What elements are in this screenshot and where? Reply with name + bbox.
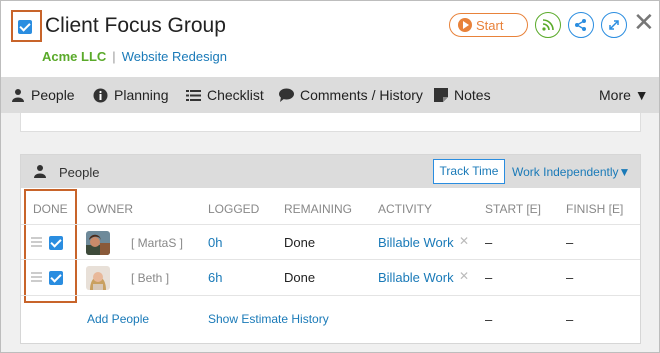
tab-checklist[interactable]: Checklist <box>186 87 264 103</box>
drag-handle-icon[interactable] <box>31 237 42 247</box>
start-timer-button[interactable]: Start <box>449 13 528 37</box>
tab-label: People <box>31 87 75 103</box>
start-label: Start <box>476 18 504 33</box>
start-date: – <box>485 270 493 285</box>
expand-button[interactable] <box>601 12 627 38</box>
client-link[interactable]: Acme LLC <box>42 49 106 64</box>
people-panel-header: People Track Time Work Independently▼ <box>21 155 640 188</box>
subscribe-button[interactable] <box>535 12 561 38</box>
play-icon <box>458 18 472 32</box>
info-icon <box>93 88 108 102</box>
column-header-activity: ACTIVITY <box>378 202 433 216</box>
activity-link[interactable]: Billable Work <box>378 235 454 250</box>
logged-hours-link[interactable]: 0h <box>208 235 222 250</box>
share-button[interactable] <box>568 12 594 38</box>
table-row: [ Beth ] 6h Done Billable Work ✕ – – <box>21 260 640 296</box>
tab-people[interactable]: People <box>11 87 75 103</box>
panel-title: People <box>59 165 100 180</box>
chat-icon <box>279 88 294 102</box>
owner-name: [ MartaS ] <box>131 236 184 250</box>
tab-label: Notes <box>454 87 491 103</box>
remaining-value: Done <box>284 235 316 250</box>
finish-date: – <box>566 235 574 250</box>
column-header-logged: LOGGED <box>208 202 260 216</box>
avatar <box>86 266 110 290</box>
column-header-owner: OWNER <box>87 202 133 216</box>
activity-link[interactable]: Billable Work <box>378 270 454 285</box>
avatar <box>86 231 110 255</box>
task-context: Acme LLC | Website Redesign <box>42 49 227 64</box>
column-header-remaining: REMAINING <box>284 202 353 216</box>
remove-activity-icon[interactable]: ✕ <box>459 234 469 248</box>
person-icon <box>34 165 46 178</box>
task-header: Client Focus Group Acme LLC | Website Rede… <box>1 1 659 77</box>
table-row: [ MartaS ] 0h Done Billable Work ✕ – – <box>21 224 640 260</box>
start-date: – <box>485 235 493 250</box>
tab-comments[interactable]: Comments / History <box>279 87 423 103</box>
track-time-button[interactable]: Track Time <box>433 159 505 184</box>
rss-icon <box>542 19 554 31</box>
column-header-done: DONE <box>33 202 68 216</box>
finish-date: – <box>566 270 574 285</box>
list-icon <box>186 89 201 101</box>
more-menu[interactable]: More ▼ <box>599 87 649 103</box>
remaining-value: Done <box>284 270 316 285</box>
show-estimate-history-link[interactable]: Show Estimate History <box>208 312 329 326</box>
add-people-link[interactable]: Add People <box>87 312 149 326</box>
footer-finish-date: – <box>566 312 574 327</box>
remove-activity-icon[interactable]: ✕ <box>459 269 469 283</box>
tab-planning[interactable]: Planning <box>93 87 169 103</box>
expand-icon <box>609 20 619 30</box>
close-icon[interactable]: ✕ <box>633 9 655 35</box>
tab-label: Checklist <box>207 87 264 103</box>
tab-bar: People Planning Checklist Comments / His… <box>1 77 659 113</box>
footer-start-date: – <box>485 312 493 327</box>
logged-hours-link[interactable]: 6h <box>208 270 222 285</box>
task-complete-checkbox[interactable] <box>18 20 32 34</box>
tab-notes[interactable]: Notes <box>434 87 491 103</box>
work-independently-dropdown[interactable]: Work Independently▼ <box>512 165 630 179</box>
tab-label: Comments / History <box>300 87 423 103</box>
owner-name: [ Beth ] <box>131 271 170 285</box>
done-checkbox[interactable] <box>49 271 63 285</box>
project-link[interactable]: Website Redesign <box>122 49 227 64</box>
done-checkbox[interactable] <box>49 236 63 250</box>
people-panel: People Track Time Work Independently▼ DO… <box>20 154 641 344</box>
column-header-start: START [E] <box>485 202 542 216</box>
previous-panel <box>20 113 641 132</box>
note-icon <box>434 88 448 102</box>
person-icon <box>12 89 24 102</box>
tab-label: Planning <box>114 87 169 103</box>
drag-handle-icon[interactable] <box>31 272 42 282</box>
column-header-finish: FINISH [E] <box>566 202 624 216</box>
page-title: Client Focus Group <box>45 14 226 37</box>
context-separator: | <box>112 49 116 64</box>
share-icon <box>575 19 586 31</box>
